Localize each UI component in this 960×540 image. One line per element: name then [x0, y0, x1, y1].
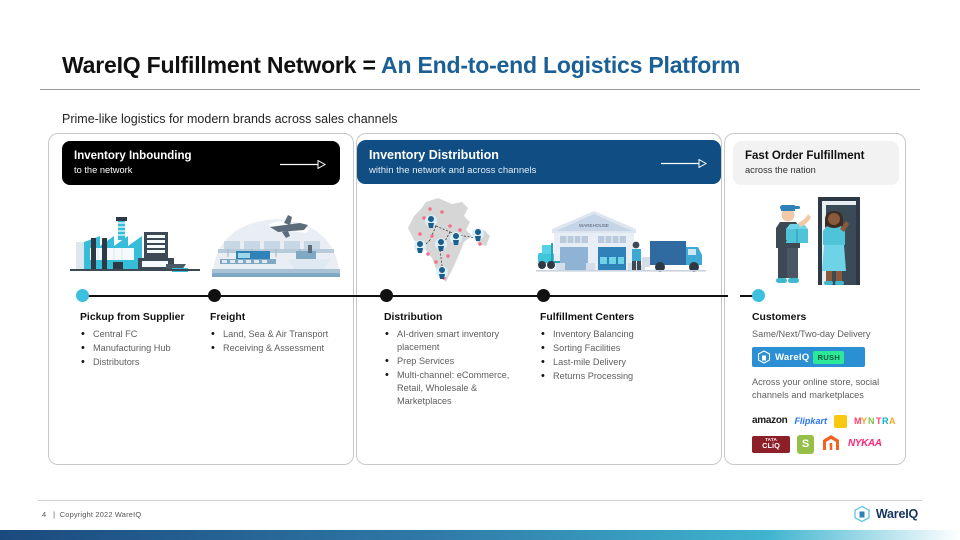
- india-map-icon: [408, 198, 490, 282]
- timeline-dot-distribution: [380, 289, 393, 302]
- title-main: WareIQ Fulfillment Network =: [62, 52, 382, 78]
- port-air-freight-icon: [212, 215, 340, 277]
- list-item: Distributors: [80, 355, 200, 371]
- rush-brand-label: WareIQ: [775, 351, 810, 363]
- bottom-accent-bar: [0, 530, 960, 540]
- wareiq-cube-icon: [854, 505, 870, 523]
- column-customers: Customers Same/Next/Two-day Delivery War…: [752, 312, 902, 457]
- timeline-dot-fulfillment-centers: [537, 289, 550, 302]
- column-3-list: AI-driven smart inventory placement Prep…: [384, 327, 514, 408]
- svg-text:R: R: [882, 416, 889, 426]
- subtitle: Prime-like logistics for modern brands a…: [62, 112, 398, 126]
- panel-1-subtitle: to the network: [74, 165, 133, 176]
- page-number: 4: [42, 510, 47, 519]
- column-1-heading: Pickup from Supplier: [80, 312, 185, 323]
- column-2-heading: Freight: [210, 312, 246, 323]
- footer-divider: [38, 500, 922, 501]
- list-item: Inventory Balancing: [540, 327, 670, 343]
- column-fulfillment-centers: Fulfillment Centers Inventory Balancing …: [540, 312, 670, 385]
- amazon-logo: amazon: [752, 415, 788, 427]
- panel-2-subtitle: within the network and across channels: [369, 164, 537, 176]
- footer-separator: |: [53, 510, 56, 519]
- list-item: AI-driven smart inventory placement: [384, 327, 514, 354]
- tata-cliq-bottom: CLiQ: [762, 441, 780, 451]
- arrow-right-icon: [661, 159, 707, 168]
- list-item: Central FC: [80, 327, 200, 343]
- title-accent: An End-to-end Logistics Platform: [381, 52, 741, 78]
- footer-logo-text: WareIQ: [875, 507, 918, 521]
- svg-text:Y: Y: [861, 416, 867, 426]
- svg-text:A: A: [889, 416, 896, 426]
- panel-3-subtitle: across the nation: [745, 165, 816, 176]
- list-item: Manufacturing Hub: [80, 341, 200, 357]
- magento-logo: [823, 435, 839, 451]
- list-item: Last-mile Delivery: [540, 355, 670, 371]
- column-4-list: Inventory Balancing Sorting Facilities L…: [540, 327, 670, 385]
- list-item: Multi-channel: eCommerce, Retail, Wholes…: [384, 368, 514, 408]
- warehouse-truck-icon: WAREHOUSE: [536, 211, 706, 272]
- timeline-dot-customers: [752, 289, 765, 302]
- list-item: Land, Sea & Air Transport: [210, 327, 350, 343]
- column-2-list: Land, Sea & Air Transport Receiving & As…: [210, 327, 350, 357]
- column-pickup-from-supplier: Pickup from Supplier Central FC Manufact…: [80, 312, 200, 371]
- footer-copyright: 4 | Copyright 2022 WareIQ: [42, 510, 141, 519]
- tata-cliq-logo: TATA CLiQ: [752, 435, 790, 453]
- channels-text: Across your online store, social channel…: [752, 377, 880, 401]
- timeline-track: [82, 295, 728, 297]
- timeline-dot-pickup: [76, 289, 89, 302]
- panel-2-title: Inventory Distribution: [369, 148, 499, 162]
- footer-logo: WareIQ: [853, 505, 918, 523]
- svg-text:N: N: [868, 416, 875, 426]
- delivery-speed-text: Same/Next/Two-day Delivery: [752, 329, 871, 339]
- column-4-heading: Fulfillment Centers: [540, 312, 635, 323]
- warehouse-label: WAREHOUSE: [579, 223, 609, 228]
- list-item: Prep Services: [384, 354, 514, 370]
- rush-tag-label: RUSH: [813, 350, 845, 364]
- list-item: Receiving & Assessment: [210, 341, 350, 357]
- marketplace-logos: amazon Flipkart M Y N T R A TATA CLiQ S …: [752, 411, 904, 454]
- title-divider: [40, 89, 920, 90]
- shopify-logo: S: [797, 434, 814, 454]
- column-distribution: Distribution AI-driven smart inventory p…: [384, 312, 514, 409]
- column-freight: Freight Land, Sea & Air Transport Receiv…: [210, 312, 350, 357]
- column-1-list: Central FC Manufacturing Hub Distributor…: [80, 327, 200, 371]
- list-item: Returns Processing: [540, 369, 670, 385]
- list-item: Sorting Facilities: [540, 341, 670, 357]
- doorstep-delivery-icon: [776, 197, 860, 285]
- myntra-logo: M Y N T R A: [854, 416, 896, 426]
- copyright-text: Copyright 2022 WareIQ: [59, 510, 142, 519]
- panel-1-title: Inventory Inbounding: [74, 150, 192, 162]
- page-title: WareIQ Fulfillment Network = An End-to-e…: [62, 52, 902, 79]
- panel-header-fulfillment: Fast Order Fulfillment across the nation: [733, 141, 899, 185]
- timeline-dot-freight: [208, 289, 221, 302]
- panel-3-title: Fast Order Fulfillment: [745, 150, 865, 162]
- column-3-heading: Distribution: [384, 312, 443, 323]
- factory-icon: [70, 217, 200, 272]
- column-5-heading: Customers: [752, 312, 807, 323]
- delivery-truck: [642, 241, 702, 272]
- nykaa-logo: NYKAA: [848, 438, 882, 450]
- panel-header-inbounding: Inventory Inbounding to the network: [62, 141, 340, 185]
- wareiq-rush-badge: WareIQ RUSH: [752, 347, 865, 368]
- delivery-person: [776, 205, 811, 283]
- arrow-right-icon: [280, 160, 326, 169]
- flipkart-icon: [833, 414, 847, 428]
- panel-header-distribution: Inventory Distribution within the networ…: [357, 140, 721, 184]
- flipkart-logo: Flipkart: [794, 415, 827, 426]
- wareiq-cube-icon: [757, 350, 771, 364]
